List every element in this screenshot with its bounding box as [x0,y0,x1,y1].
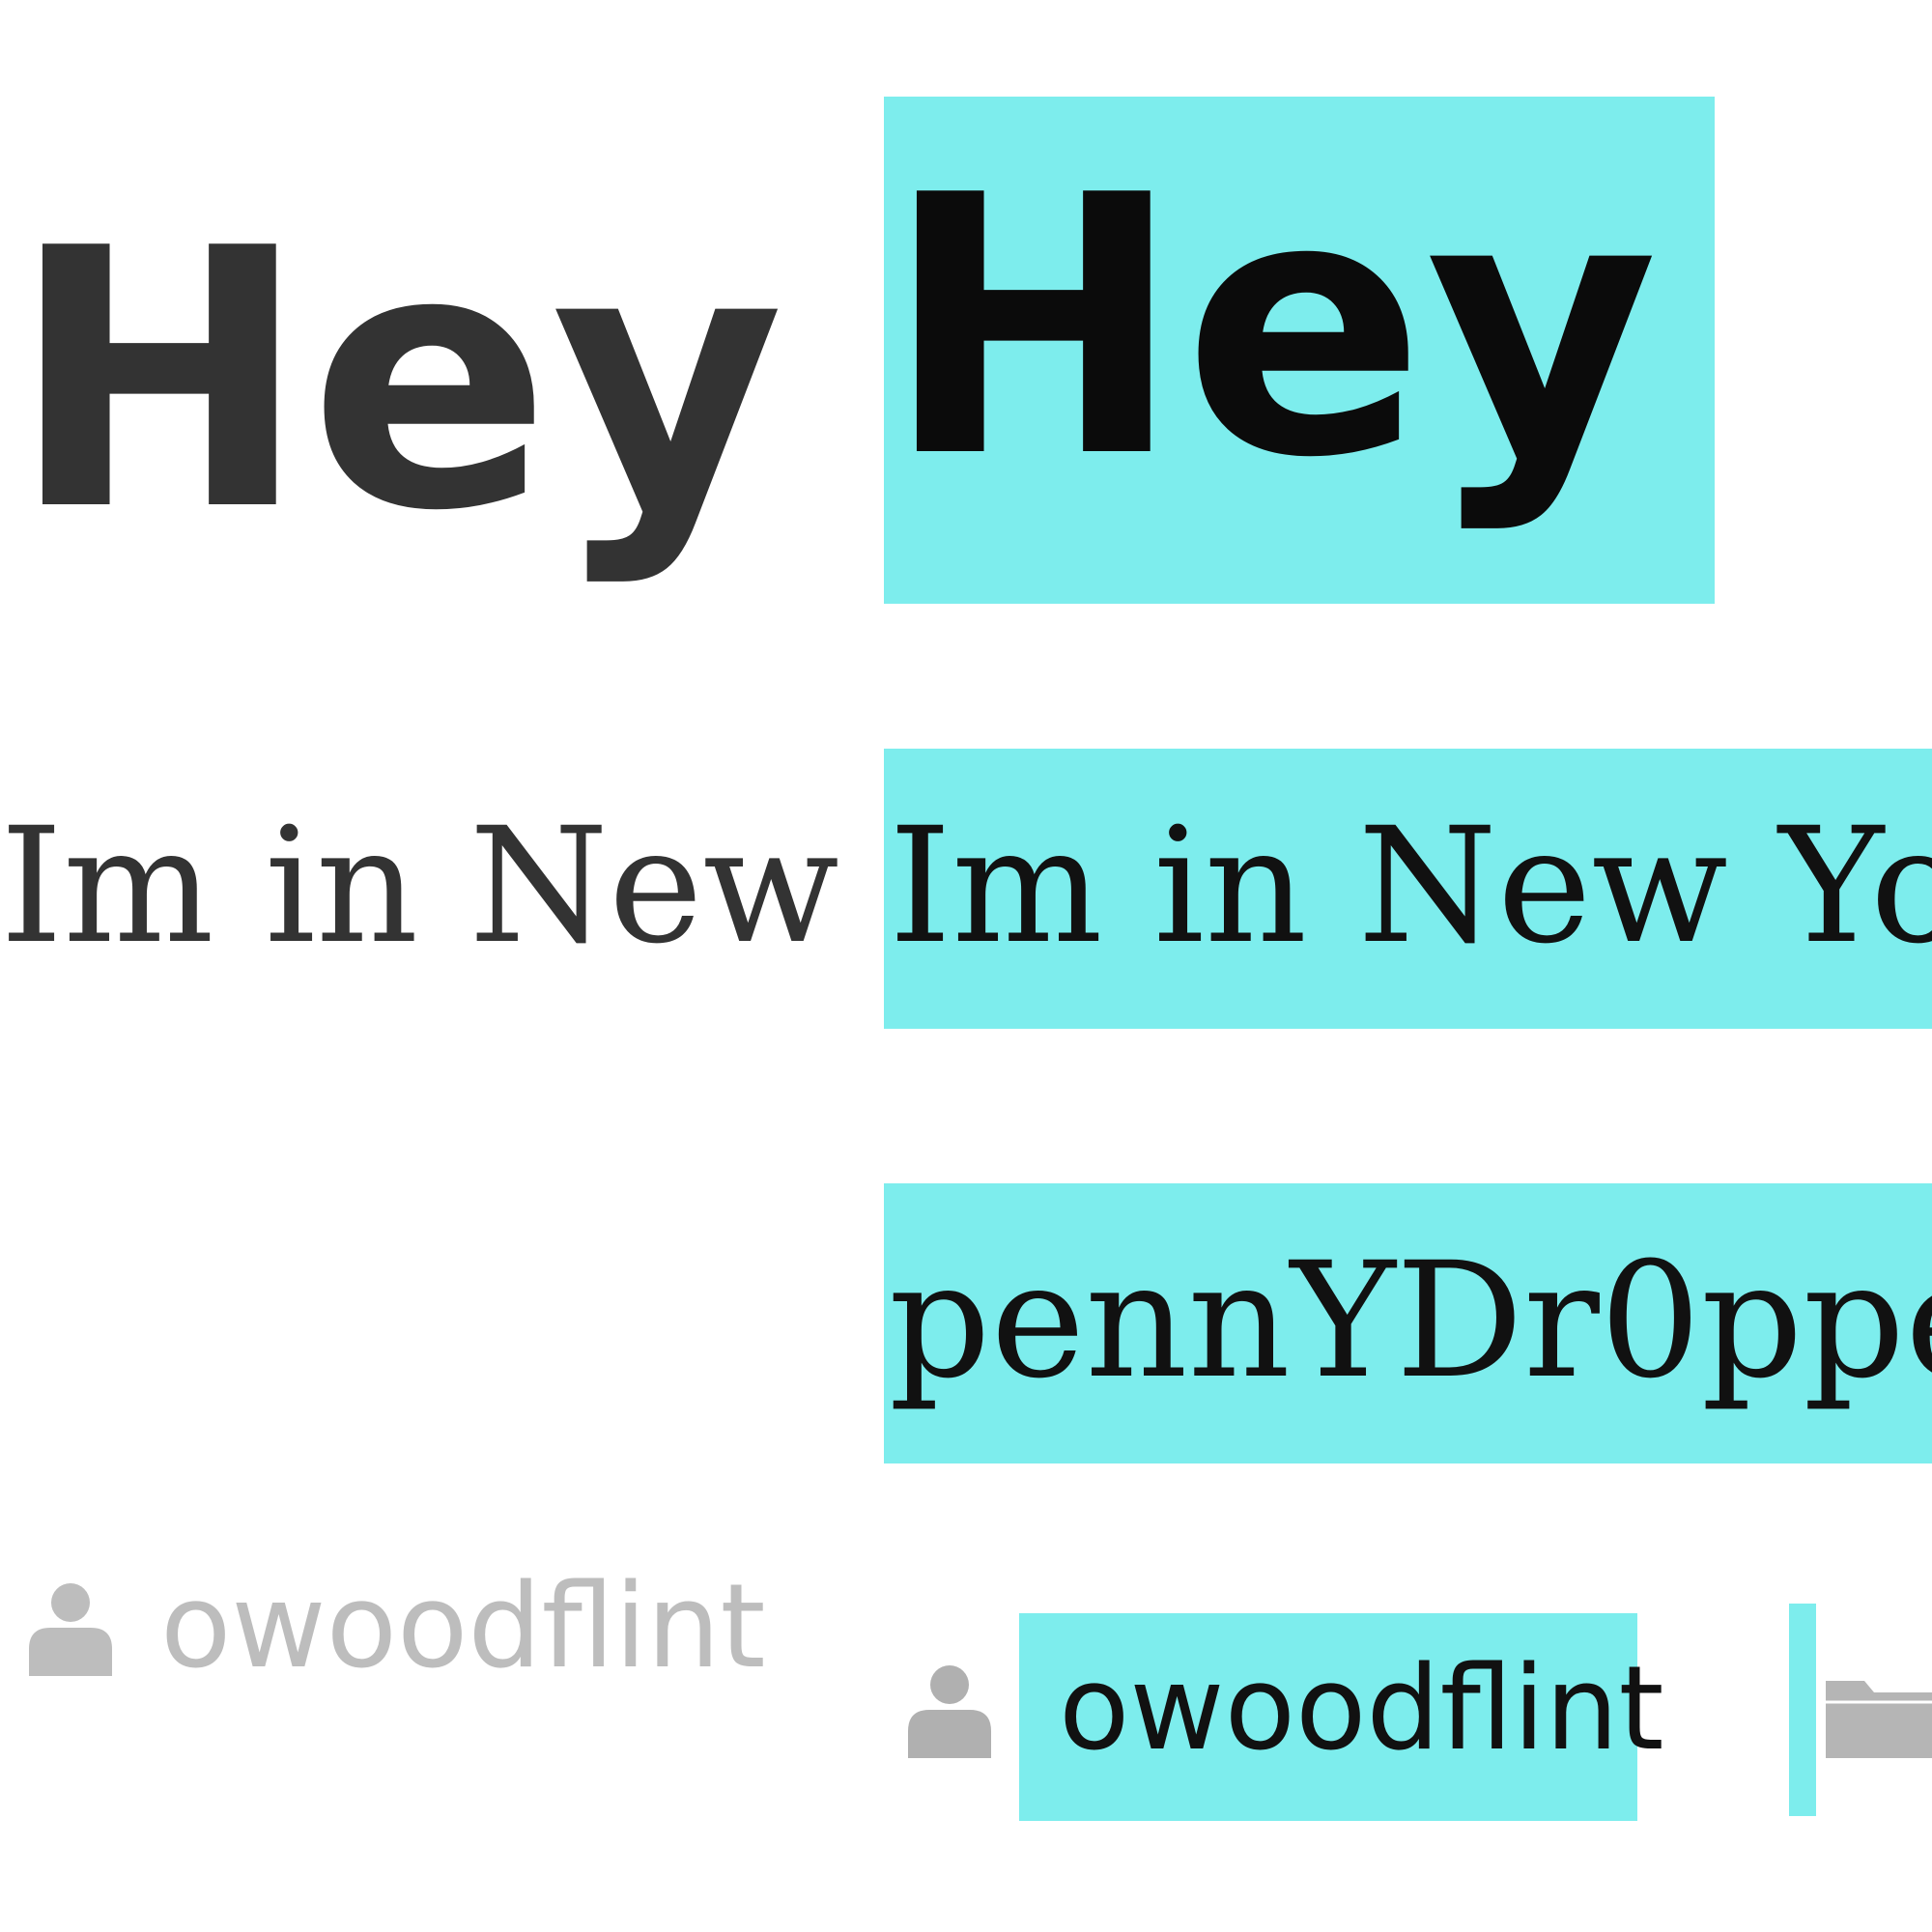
folder-icon[interactable] [1826,1671,1932,1758]
post-author[interactable]: owoodflint [908,1652,1664,1768]
user-icon [908,1665,991,1758]
highlighted-post-panel: Hey Im in New York pennYDr0pper.! owoodf… [850,0,1932,1932]
author-name: owoodflint [160,1560,766,1694]
post-author[interactable]: owoodflint [29,1570,766,1686]
post-body: Im in New York [0,793,850,979]
original-post-panel: Hey Im in New York owoodflint [0,0,850,1932]
user-icon [29,1583,112,1676]
post-title: Hey [884,121,1659,536]
post-extra-text: pennYDr0pper.! [889,1228,1932,1413]
separator-highlight [1789,1604,1816,1816]
post-body: Im in New York [889,793,1932,979]
post-title: Hey [10,174,784,589]
author-name: owoodflint [1059,1642,1664,1776]
